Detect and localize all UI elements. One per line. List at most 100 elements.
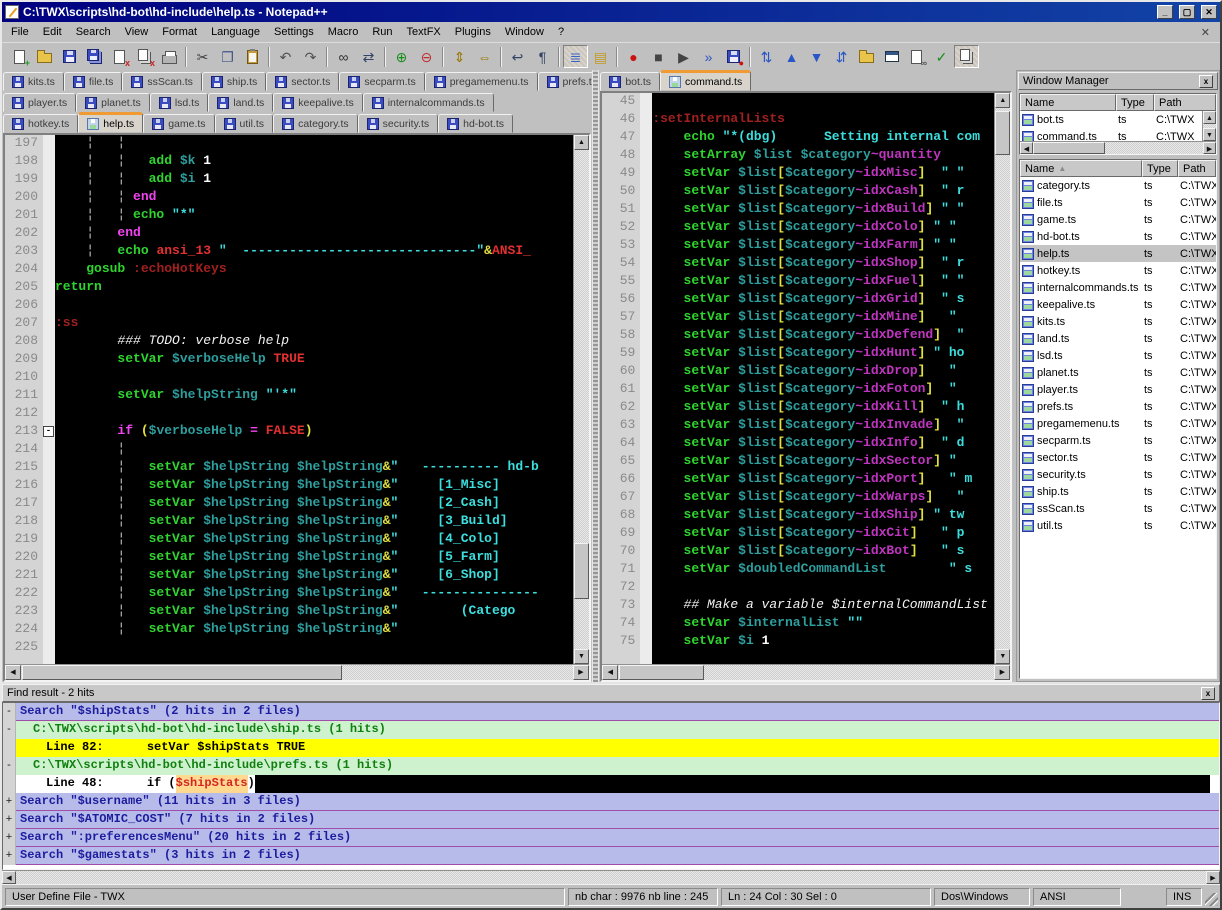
open-documents-list[interactable]: NameTypePathbot.tstsC:\TWXcommand.tstsC:…	[1019, 93, 1217, 155]
left-tab-hotkey-ts[interactable]: hotkey.ts	[3, 114, 78, 133]
zoom-in-button[interactable]: ⊕	[389, 45, 414, 68]
word-wrap-button[interactable]: ↩	[505, 45, 530, 68]
file-row-planet-ts[interactable]: planet.tstsC:\TWX	[1020, 364, 1216, 381]
find-result-row-7[interactable]: +Search "$ATOMIC_COST" (7 hits in 2 file…	[3, 811, 1219, 829]
left-tab-help-ts[interactable]: help.ts	[78, 112, 143, 133]
right-code-editor[interactable]: 4546:setInternalLists47 echo "*(dbg) Set…	[602, 93, 994, 664]
column-header-path[interactable]: Path	[1178, 160, 1216, 177]
fold-marker[interactable]: -	[43, 426, 54, 437]
hscroll-thumb[interactable]	[1033, 142, 1105, 154]
left-tab-player-ts[interactable]: player.ts	[3, 93, 76, 112]
open-docs-vscrollbar[interactable]: ▲▼	[1202, 111, 1216, 141]
column-header-type[interactable]: Type	[1116, 94, 1154, 111]
user-define-dialog-button[interactable]: ▤	[588, 45, 613, 68]
find-result-row-4[interactable]: -C:\TWX\scripts\hd-bot\hd-include\prefs.…	[3, 757, 1219, 775]
macro-save-button[interactable]: ●	[721, 45, 746, 68]
find-results-close-icon[interactable]: x	[1201, 687, 1215, 700]
window-manager-toggle-button[interactable]	[954, 45, 979, 68]
fold-expanded-icon[interactable]: -	[3, 703, 16, 721]
menu-textfx[interactable]: TextFX	[400, 23, 448, 41]
find-result-row-8[interactable]: +Search ":preferencesMenu" (20 hits in 2…	[3, 829, 1219, 847]
file-row-land-ts[interactable]: land.tstsC:\TWX	[1020, 330, 1216, 347]
scroll-up-icon[interactable]: ▲	[574, 135, 589, 150]
left-tab-kits-ts[interactable]: kits.ts	[3, 72, 64, 91]
close-button[interactable]: ✕	[1201, 5, 1217, 19]
left-tab-pregamemenu-ts[interactable]: pregamemenu.ts	[425, 72, 538, 91]
scroll-down-icon[interactable]: ▼	[1203, 128, 1216, 141]
file-row-prefs-ts[interactable]: prefs.tstsC:\TWX	[1020, 398, 1216, 415]
macro-play-button[interactable]: ▶	[671, 45, 696, 68]
show-all-characters-button[interactable]: ¶	[530, 45, 555, 68]
left-vertical-scrollbar[interactable]: ▲ ▼	[573, 135, 589, 664]
file-row-game-ts[interactable]: game.tstsC:\TWX	[1020, 211, 1216, 228]
save-all-button[interactable]	[82, 45, 107, 68]
window-manager-close-icon[interactable]: x	[1199, 75, 1213, 88]
menu-file[interactable]: File	[4, 23, 36, 41]
next-fold-button[interactable]: ▼	[804, 45, 829, 68]
menu-format[interactable]: Format	[155, 23, 204, 41]
scroll-down-icon[interactable]: ▼	[995, 649, 1010, 664]
find-result-row-6[interactable]: +Search "$username" (11 hits in 3 files)	[3, 793, 1219, 811]
file-row-file-ts[interactable]: file.tstsC:\TWX	[1020, 194, 1216, 211]
open-file-button[interactable]	[32, 45, 57, 68]
copy-button[interactable]: ❐	[215, 45, 240, 68]
menu-view[interactable]: View	[118, 23, 156, 41]
redo-button[interactable]: ↷	[298, 45, 323, 68]
menu-window[interactable]: Window	[498, 23, 551, 41]
scroll-right-icon[interactable]: ▶	[1206, 871, 1220, 884]
left-code-editor[interactable]: 197 ¦ ¦198 ¦ ¦ add $k 1199 ¦ ¦ add $i 12…	[5, 135, 573, 664]
right-vscroll-thumb[interactable]	[995, 111, 1010, 155]
close-all-button[interactable]: x	[132, 45, 157, 68]
save-file-button[interactable]	[57, 45, 82, 68]
right-horizontal-scrollbar[interactable]: ◀ ▶	[602, 664, 1010, 680]
right-hscroll-thumb[interactable]	[619, 665, 704, 680]
scroll-right-icon[interactable]: ▶	[573, 665, 589, 680]
find-button[interactable]: ∞	[331, 45, 356, 68]
column-header-type[interactable]: Type	[1142, 160, 1178, 177]
left-tab-prefs-ts[interactable]: prefs.ts	[538, 72, 592, 91]
scroll-up-icon[interactable]: ▲	[995, 93, 1010, 108]
open-docs-hscrollbar[interactable]: ◀▶	[1020, 141, 1216, 154]
file-row-kits-ts[interactable]: kits.tstsC:\TWX	[1020, 313, 1216, 330]
macro-record-button[interactable]: ●	[621, 45, 646, 68]
explorer-folder-button[interactable]	[854, 45, 879, 68]
fold-expanded-icon[interactable]: -	[3, 757, 16, 775]
file-row-pregamemenu-ts[interactable]: pregamemenu.tstsC:\TWX	[1020, 415, 1216, 432]
menu-help[interactable]: ?	[551, 23, 571, 41]
fold-expanded-icon[interactable]: -	[3, 721, 16, 739]
fold-collapsed-icon[interactable]: +	[3, 847, 16, 865]
file-row-hd-bot-ts[interactable]: hd-bot.tstsC:\TWX	[1020, 228, 1216, 245]
new-file-button[interactable]: +	[7, 45, 32, 68]
file-row-sector-ts[interactable]: sector.tstsC:\TWX	[1020, 449, 1216, 466]
open-doc-row-bot-ts[interactable]: bot.tstsC:\TWX	[1020, 111, 1216, 128]
find-result-row-2[interactable]: -C:\TWX\scripts\hd-bot\hd-include\ship.t…	[3, 721, 1219, 739]
right-tab-command-ts[interactable]: command.ts	[660, 70, 751, 91]
close-file-button[interactable]: x	[107, 45, 132, 68]
file-row-internalcommands-ts[interactable]: internalcommands.tstsC:\TWX	[1020, 279, 1216, 296]
maximize-button[interactable]: ▢	[1179, 5, 1195, 19]
scroll-left-icon[interactable]: ◀	[1020, 142, 1033, 154]
scroll-right-icon[interactable]: ▶	[994, 665, 1010, 680]
file-row-ssscan-ts[interactable]: ssScan.tstsC:\TWX	[1020, 500, 1216, 517]
left-horizontal-scrollbar[interactable]: ◀ ▶	[5, 664, 589, 680]
minimize-button[interactable]: _	[1157, 5, 1173, 19]
right-tab-bot-ts[interactable]: bot.ts	[600, 72, 660, 91]
left-tab-planet-ts[interactable]: planet.ts	[76, 93, 150, 112]
file-row-lsd-ts[interactable]: lsd.tstsC:\TWX	[1020, 347, 1216, 364]
macro-run-multiple-button[interactable]: »	[696, 45, 721, 68]
file-row-help-ts[interactable]: help.tstsC:\TWX	[1020, 245, 1216, 262]
menu-edit[interactable]: Edit	[36, 23, 69, 41]
file-row-player-ts[interactable]: player.tstsC:\TWX	[1020, 381, 1216, 398]
project-files-list[interactable]: Name▲TypePathcategory.tstsC:\TWXfile.tst…	[1019, 159, 1217, 679]
editor-splitter[interactable]	[592, 70, 599, 682]
column-header-name[interactable]: Name▲	[1020, 160, 1142, 177]
menu-search[interactable]: Search	[69, 23, 118, 41]
find-result-row-5[interactable]: Line 48: if ($shipStats)	[3, 775, 1219, 793]
file-row-secparm-ts[interactable]: secparm.tstsC:\TWX	[1020, 432, 1216, 449]
file-row-ship-ts[interactable]: ship.tstsC:\TWX	[1020, 483, 1216, 500]
file-row-hotkey-ts[interactable]: hotkey.tstsC:\TWX	[1020, 262, 1216, 279]
find-horizontal-scrollbar[interactable]: ◀ ▶	[2, 870, 1220, 884]
indent-guide-button[interactable]: ≣	[563, 45, 588, 68]
left-tab-keepalive-ts[interactable]: keepalive.ts	[273, 93, 362, 112]
scroll-left-icon[interactable]: ◀	[602, 665, 618, 680]
